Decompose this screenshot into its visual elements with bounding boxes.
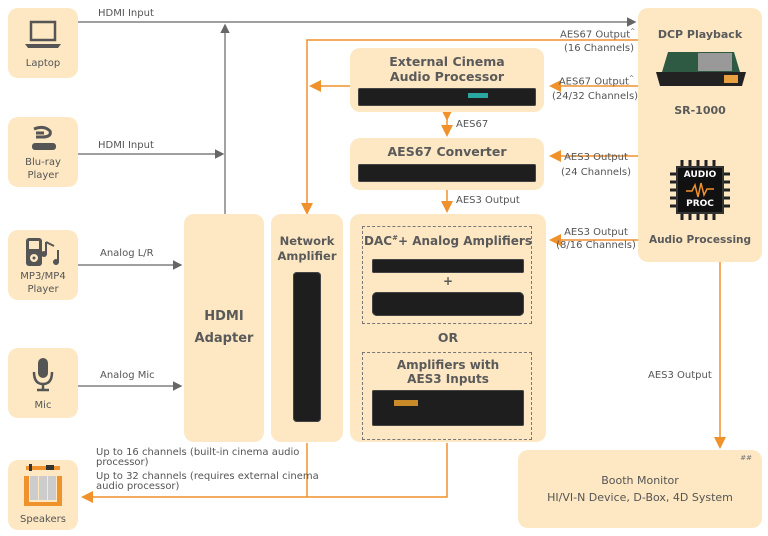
dcp-playback-box[interactable]: DCP Playback SR-1000 AUDIO PROC Audio Pr… [638, 8, 762, 262]
microphone-icon [32, 358, 54, 392]
plus-sign: + [442, 274, 454, 288]
laptop-label: Laptop [25, 58, 61, 69]
mic-connection-label: Analog Mic [100, 370, 155, 381]
aes67-16-output-label: AES67 Output^ (16 Channels) [560, 28, 636, 55]
aes67-2432-output-label: AES67 Output^ (24/32 Channels) [552, 75, 639, 103]
mic-label: Mic [34, 400, 52, 411]
hdmi-adapter-box[interactable]: HDMI Adapter [184, 214, 264, 442]
dac-option-title: DAC#+ Analog Amplifiers [364, 234, 532, 248]
bluray-icon [32, 125, 56, 150]
aes67-converter-box[interactable]: AES67 Converter [350, 138, 544, 190]
or-label: OR [437, 330, 459, 345]
aes67-link-label: AES67 [456, 119, 489, 130]
note-32-line2: audio processor) [96, 481, 180, 492]
mic-box[interactable]: Mic [8, 348, 78, 418]
speakers-note-32: Up to 32 channels (requires external cin… [96, 472, 319, 492]
mp3-connection-label: Analog L/R [100, 248, 154, 259]
network-amplifier-device-image [293, 272, 321, 422]
speakers-box[interactable]: Speakers [8, 460, 78, 530]
mp3-player-icon [26, 238, 59, 266]
hdmi-adapter-title-2: Adapter [194, 331, 254, 346]
laptop-box[interactable]: Laptop [8, 8, 78, 78]
note-16-line2: processor) [96, 457, 149, 468]
dac-device-image [372, 259, 524, 273]
bluray-label-1: Blu-ray [25, 157, 61, 168]
converter-output-label: AES3 Output [456, 195, 520, 206]
hdmi-adapter-title-1: HDMI [204, 309, 244, 324]
aes3-816-output-label: AES3 Output (8/16 Channels) [556, 227, 636, 251]
booth-devices: HI/VI-N Device, D-Box, 4D System [547, 491, 733, 504]
network-amplifier-box[interactable]: Network Amplifier [271, 214, 343, 442]
external-processor-title-2: Audio Processor [389, 69, 505, 84]
audio-processor-chip-icon [670, 160, 730, 220]
sr1000-device-image [656, 52, 746, 86]
booth-footnote-mark: ## [740, 454, 752, 462]
external-processor-box[interactable]: External Cinema Audio Processor [350, 48, 544, 112]
booth-title: Booth Monitor [601, 474, 679, 487]
sr1000-label: SR-1000 [674, 104, 726, 117]
aes3-24-output-label: AES3 Output (24 Channels) [561, 152, 631, 178]
bluray-box[interactable]: Blu-ray Player [8, 117, 78, 187]
mp3-label-1: MP3/MP4 [20, 271, 66, 282]
analog-amplifier-device-image [372, 292, 524, 316]
aes67-converter-title: AES67 Converter [387, 144, 507, 159]
audio-processing-label: Audio Processing [648, 234, 752, 246]
speakers-note-16: Up to 16 channels (built-in cinema audio… [96, 448, 299, 468]
laptop-connection-label: HDMI Input [98, 8, 154, 19]
booth-monitor-box[interactable]: ## Booth Monitor HI/VI-N Device, D-Box, … [518, 450, 762, 528]
aes3-amp-title-1: Amplifiers with [396, 358, 500, 372]
laptop-icon [25, 20, 61, 48]
speakers-label: Speakers [20, 514, 66, 525]
aes3-booth-output-label: AES3 Output [648, 370, 712, 381]
network-amp-title-1: Network [279, 234, 335, 248]
mp3-label-2: Player [27, 284, 59, 295]
external-processor-title-1: External Cinema [389, 54, 505, 69]
chip-label-proc: PROC [686, 199, 714, 209]
chip-label-audio: AUDIO [683, 170, 717, 180]
aes3-amp-title-2: AES3 Inputs [407, 372, 489, 386]
bluray-connection-label: HDMI Input [98, 140, 154, 151]
aes67-converter-device-image [358, 164, 536, 182]
external-processor-device-image [358, 88, 536, 106]
network-amp-title-2: Amplifier [277, 249, 337, 263]
aes3-amplifier-device-image [372, 390, 524, 426]
mp3-box[interactable]: MP3/MP4 Player [8, 230, 78, 300]
speakers-icon [24, 464, 62, 506]
dcp-title: DCP Playback [657, 28, 743, 41]
amplifiers-group-box: DAC#+ Analog Amplifiers + OR Amplifiers … [350, 214, 546, 442]
bluray-label-2: Player [27, 170, 59, 181]
